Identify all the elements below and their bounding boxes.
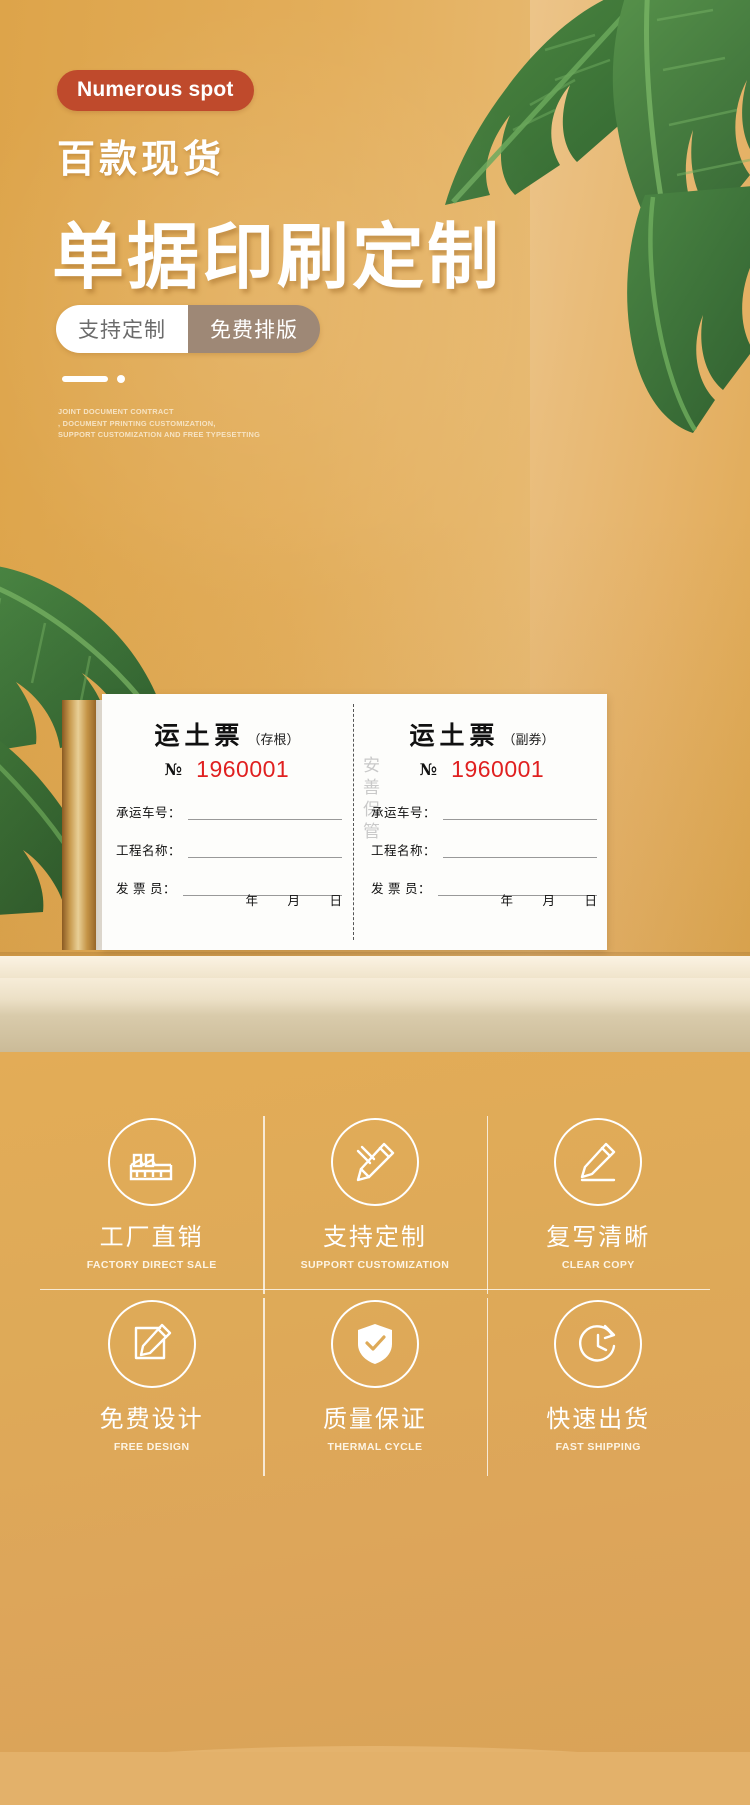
feature-label-cn: 工厂直销 <box>99 1224 204 1251</box>
feature-free-design[interactable]: 免费设计 FREE DESIGN <box>40 1290 263 1471</box>
feature-support-customization[interactable]: 支持定制 SUPPORT CUSTOMIZATION <box>263 1108 486 1294</box>
features-row-2: 免费设计 FREE DESIGN 质量保证 THERMAL CYCLE 快速出货… <box>40 1290 710 1476</box>
ticket-perforation-line <box>353 704 354 940</box>
hero-english-line-1: JOINT DOCUMENT CONTRACT <box>58 407 174 416</box>
poster-page: Numerous spot 百款现货 单据印刷定制 支持定制 免费排版 JOIN… <box>0 0 750 1805</box>
ticket-right-field-line-1[interactable] <box>443 806 597 820</box>
features-row-1: 工厂直销 FACTORY DIRECT SALE 支持定制 SUPPORT CU… <box>40 1108 710 1294</box>
hero-title: 单据印刷定制 <box>52 218 503 298</box>
pencil-ruler-icon <box>330 1118 419 1206</box>
ticket-right-date-row: 年 月 日 <box>371 890 597 909</box>
feature-clear-copy[interactable]: 复写清晰 CLEAR COPY <box>486 1108 710 1294</box>
ticket-half-right: 运土票 （副券） № 1960001 承运车号： 工程名称： 发 票 员： 年 … <box>357 694 607 950</box>
ticket-right-field-line-2[interactable] <box>443 844 597 858</box>
ticket-left-field-row-1: 承运车号： <box>116 798 342 820</box>
design-edit-icon <box>107 1300 196 1388</box>
ticket-right-field-row-2: 工程名称： <box>371 836 597 858</box>
hero-english-line-2: , DOCUMENT PRINTING CUSTOMIZATION, <box>58 418 216 428</box>
ticket-right-no-value: 1960001 <box>451 756 545 782</box>
hero-section: Numerous spot 百款现货 单据印刷定制 支持定制 免费排版 JOIN… <box>0 0 750 1015</box>
numerous-spot-badge[interactable]: Numerous spot <box>57 70 254 111</box>
ticket-left-no-label: № <box>164 760 183 779</box>
feature-quality-guarantee[interactable]: 质量保证 THERMAL CYCLE <box>263 1290 486 1476</box>
hero-decor-dashes <box>62 375 125 383</box>
feature-label-en: FACTORY DIRECT SALE <box>86 1259 217 1271</box>
ticket-spine <box>62 700 98 950</box>
ticket-right-date-month: 月 <box>542 894 555 908</box>
shield-check-icon <box>330 1300 419 1388</box>
hero-pill-group: 支持定制 免费排版 <box>56 305 320 353</box>
ticket-left-date-day: 日 <box>329 894 342 908</box>
features-grid: 工厂直销 FACTORY DIRECT SALE 支持定制 SUPPORT CU… <box>40 1108 710 1476</box>
feature-factory-direct-sale[interactable]: 工厂直销 FACTORY DIRECT SALE <box>40 1108 263 1289</box>
feature-label-cn: 支持定制 <box>322 1224 427 1251</box>
ticket-right-date-day: 日 <box>584 894 597 908</box>
pill-free-typeset[interactable]: 免费排版 <box>188 305 320 353</box>
ticket-left-title-row: 运土票 （存根） <box>102 716 352 752</box>
ticket-left-date-row: 年 月 日 <box>116 890 342 909</box>
ticket-right-no-label: № <box>419 760 438 779</box>
feature-label-en: FREE DESIGN <box>113 1441 190 1453</box>
feature-label-en: THERMAL CYCLE <box>327 1441 423 1453</box>
ticket-paper: 运土票 （存根） № 1960001 承运车号： 工程名称： 发 票 员： 年 … <box>102 694 607 950</box>
feature-label-cn: 快速出货 <box>546 1406 651 1433</box>
ticket-left-number-row: № 1960001 <box>102 756 352 783</box>
feature-label-cn: 复写清晰 <box>546 1224 651 1251</box>
factory-icon <box>107 1118 196 1206</box>
hero-english-block: JOINT DOCUMENT CONTRACT , DOCUMENT PRINT… <box>58 406 260 441</box>
feature-label-en: SUPPORT CUSTOMIZATION <box>300 1259 450 1271</box>
ticket-half-left: 运土票 （存根） № 1960001 承运车号： 工程名称： 发 票 员： 年 … <box>102 694 352 950</box>
ticket-right-field-label-1: 承运车号： <box>371 806 437 820</box>
feature-label-cn: 免费设计 <box>99 1406 204 1433</box>
feature-label-cn: 质量保证 <box>322 1406 427 1433</box>
ticket-right-number-row: № 1960001 <box>357 756 607 783</box>
ticket-left-title-suffix: （存根） <box>247 732 300 747</box>
decor-dash <box>62 376 108 382</box>
ticket-left-field-line-1[interactable] <box>188 806 342 820</box>
ticket-left-date-year: 年 <box>245 894 258 908</box>
clock-fast-icon <box>554 1300 643 1388</box>
ticket-right-title-suffix: （副券） <box>502 732 555 747</box>
ticket-left-no-value: 1960001 <box>196 756 290 782</box>
ticket-right-date-year: 年 <box>500 894 513 908</box>
pill-support-custom[interactable]: 支持定制 <box>56 305 188 353</box>
hero-english-line-3: SUPPORT CUSTOMIZATION AND FREE TYPESETTI… <box>58 430 261 439</box>
ticket-right-field-label-2: 工程名称： <box>371 844 437 858</box>
ticket-left-field-line-2[interactable] <box>188 844 342 858</box>
ticket-right-title: 运土票 <box>409 721 500 750</box>
ticket-left-field-row-2: 工程名称： <box>116 836 342 858</box>
ticket-left-date-month: 月 <box>287 894 300 908</box>
shelf-top-edge <box>0 956 750 978</box>
ticket-product-image[interactable]: 运土票 （存根） № 1960001 承运车号： 工程名称： 发 票 员： 年 … <box>62 694 608 958</box>
ticket-right-field-row-1: 承运车号： <box>371 798 597 820</box>
feature-label-en: FAST SHIPPING <box>555 1441 641 1453</box>
feature-fast-shipping[interactable]: 快速出货 FAST SHIPPING <box>486 1290 710 1476</box>
pen-write-icon <box>554 1118 643 1206</box>
ticket-left-field-label-2: 工程名称： <box>116 844 182 858</box>
feature-label-en: CLEAR COPY <box>561 1259 635 1271</box>
ticket-left-field-label-1: 承运车号： <box>116 806 182 820</box>
ticket-left-title: 运土票 <box>154 721 245 750</box>
ticket-right-title-row: 运土票 （副券） <box>357 716 607 752</box>
hero-subtitle: 百款现货 <box>57 139 226 181</box>
decor-dot <box>117 375 125 383</box>
footer-bar <box>0 1752 750 1805</box>
